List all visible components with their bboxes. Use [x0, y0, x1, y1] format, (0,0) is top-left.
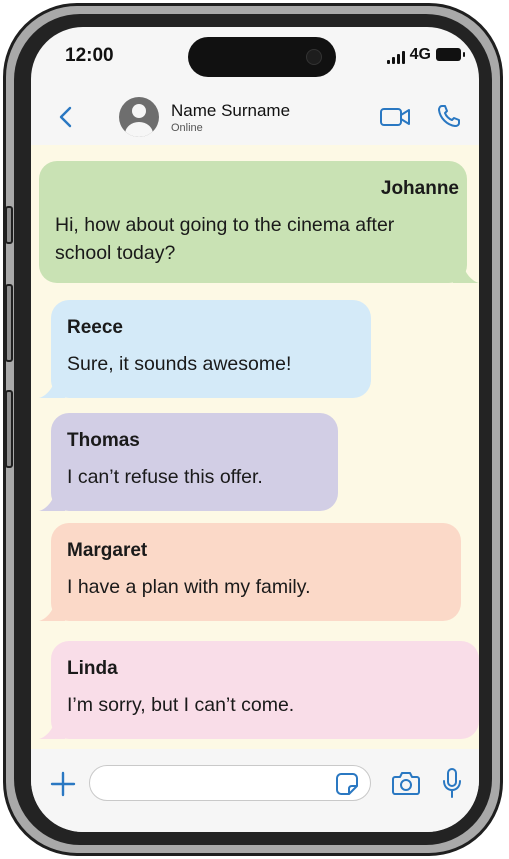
- message-sender: Johanne: [380, 178, 459, 199]
- avatar[interactable]: [119, 97, 159, 137]
- signal-icon: [386, 50, 405, 64]
- camera-icon[interactable]: [391, 770, 421, 796]
- dynamic-island: [188, 37, 336, 77]
- bubble-tail: [453, 261, 479, 283]
- message-text: I have a plan with my family.: [67, 576, 311, 598]
- message-sender: Reece: [67, 317, 123, 338]
- message-text: I can’t refuse this offer.: [67, 466, 263, 488]
- message-sender: Margaret: [67, 540, 148, 561]
- microphone-icon[interactable]: [441, 767, 463, 799]
- message-sender: Linda: [67, 658, 118, 679]
- mute-switch: [5, 206, 13, 244]
- contact-status: Online: [171, 122, 203, 134]
- message-bubble: Reece Sure, it sounds awesome!: [39, 300, 371, 398]
- battery-icon: [436, 48, 465, 61]
- message-text: Hi, how about going to the cinema after …: [55, 214, 395, 264]
- network-indicator: 4G: [386, 46, 431, 64]
- message-bubble: Margaret I have a plan with my family.: [39, 523, 461, 621]
- bubble-tail: [39, 489, 65, 511]
- chat-header: Name Surname Online: [31, 87, 479, 145]
- chevron-left-icon[interactable]: [53, 103, 81, 131]
- phone-icon[interactable]: [436, 103, 462, 129]
- contact-name[interactable]: Name Surname: [171, 101, 290, 121]
- composer-bar: [31, 749, 479, 832]
- message-text: I’m sorry, but I can’t come.: [67, 694, 295, 716]
- video-camera-icon[interactable]: [379, 105, 411, 129]
- volume-up-button: [5, 284, 13, 362]
- message-bubble: Thomas I can’t refuse this offer.: [39, 413, 338, 511]
- message-text: Sure, it sounds awesome!: [67, 353, 292, 375]
- front-camera: [306, 49, 322, 65]
- phone-screen: 12:00 4G Name Surname Online Johanne Hi,…: [31, 27, 479, 832]
- chat-area[interactable]: Johanne Hi, how about going to the cinem…: [31, 145, 479, 749]
- bubble-tail: [39, 717, 65, 739]
- status-bar: 12:00 4G: [31, 27, 479, 87]
- message-input[interactable]: [89, 765, 371, 801]
- message-sender: Thomas: [67, 430, 140, 451]
- network-type: 4G: [409, 46, 431, 63]
- bubble-tail: [39, 376, 65, 398]
- message-bubble: Linda I’m sorry, but I can’t come.: [39, 641, 479, 739]
- sticker-icon[interactable]: [335, 772, 359, 796]
- bubble-tail: [39, 599, 65, 621]
- plus-icon[interactable]: [49, 770, 77, 798]
- message-bubble-outgoing: Johanne Hi, how about going to the cinem…: [39, 161, 479, 283]
- volume-down-button: [5, 390, 13, 468]
- status-time: 12:00: [65, 45, 114, 66]
